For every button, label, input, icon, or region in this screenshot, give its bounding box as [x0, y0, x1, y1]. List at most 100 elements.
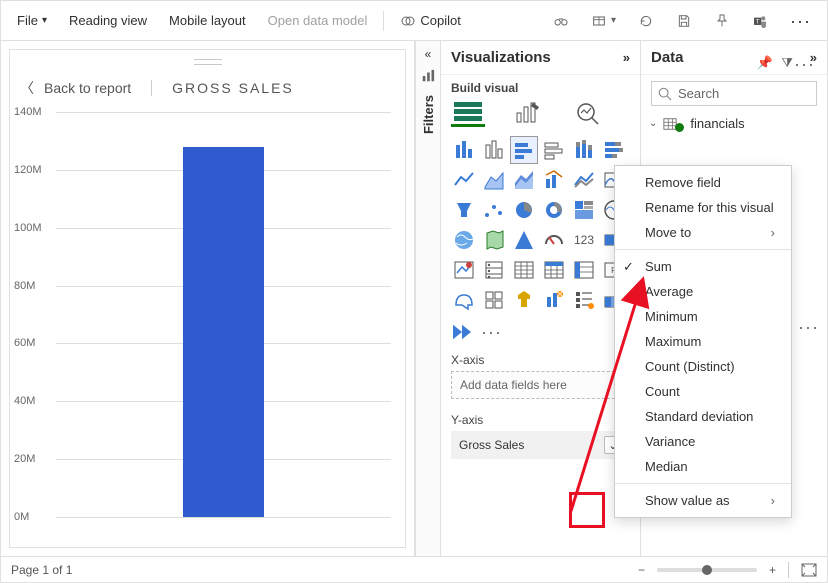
viz-type-button[interactable] [481, 227, 507, 253]
viz-type-button[interactable] [451, 167, 477, 193]
yaxis-label: Y-axis [441, 407, 640, 429]
field-more-icon[interactable]: ··· [798, 318, 819, 336]
viz-type-button[interactable] [451, 227, 477, 253]
viz-type-button[interactable] [541, 227, 567, 253]
back-to-report-button[interactable]: 〈 Back to report [20, 78, 131, 98]
ctx-show-value-as[interactable]: Show value as› [615, 488, 791, 513]
ctx-label: Standard deviation [645, 409, 753, 424]
visual-container[interactable]: 📌 ⧩ ··· 〈 Back to report GROSS SALES 0M2… [9, 49, 406, 548]
ctx-stddev[interactable]: Standard deviation [615, 404, 791, 429]
ctx-minimum[interactable]: Minimum [615, 304, 791, 329]
refresh-button[interactable] [632, 9, 660, 33]
viz-type-button[interactable] [511, 287, 537, 313]
zoom-slider[interactable] [657, 568, 757, 572]
ctx-label: Median [645, 459, 688, 474]
build-visual-tab[interactable] [451, 99, 485, 127]
collapse-icon[interactable]: » [623, 50, 630, 65]
y-tick-label: 100M [14, 222, 42, 234]
viz-type-button[interactable] [451, 137, 477, 163]
viz-type-button[interactable] [481, 167, 507, 193]
viz-type-button[interactable] [451, 287, 477, 313]
teams-button[interactable]: T [746, 9, 774, 33]
ctx-move-to[interactable]: Move to› [615, 220, 791, 245]
viz-type-button[interactable] [571, 197, 597, 223]
ctx-median[interactable]: Median [615, 454, 791, 479]
chevron-left-icon: 〈 [20, 78, 34, 98]
viz-type-button[interactable] [481, 257, 507, 283]
y-tick-label: 0M [14, 511, 29, 523]
save-icon [676, 13, 692, 29]
more-button[interactable]: ··· [784, 8, 817, 34]
format-visual-tab[interactable] [511, 99, 545, 127]
separator [615, 249, 791, 250]
ctx-count[interactable]: Count [615, 379, 791, 404]
save-button[interactable] [670, 9, 698, 33]
ctx-rename[interactable]: Rename for this visual [615, 195, 791, 220]
viz-type-button[interactable] [481, 137, 507, 163]
chart: 0M20M40M60M80M100M120M140M [10, 102, 405, 547]
separator [788, 562, 789, 578]
ctx-count-distinct[interactable]: Count (Distinct) [615, 354, 791, 379]
filter-icon[interactable]: ⧩ [781, 55, 793, 71]
viz-type-button[interactable] [541, 137, 567, 163]
table-node[interactable]: ⌄ financials [649, 112, 819, 135]
expand-icon[interactable]: « [425, 47, 432, 61]
viz-type-button[interactable] [451, 257, 477, 283]
search-icon [658, 87, 672, 101]
pin-button[interactable] [708, 9, 736, 33]
pin-icon[interactable]: 📌 [757, 55, 773, 71]
viz-type-button[interactable] [481, 287, 507, 313]
chevron-down-icon: ▾ [42, 15, 47, 26]
mobile-layout-button[interactable]: Mobile layout [163, 9, 252, 32]
viz-type-button[interactable] [511, 257, 537, 283]
viz-type-button[interactable] [481, 197, 507, 223]
reading-view-button[interactable]: Reading view [63, 9, 153, 32]
more-visuals-icon[interactable]: ··· [481, 323, 502, 341]
viz-type-button[interactable] [571, 137, 597, 163]
visual-more-icon[interactable]: ··· [794, 55, 815, 73]
viz-type-button[interactable] [511, 197, 537, 223]
gridline [56, 112, 391, 113]
copilot-button[interactable]: Copilot [394, 9, 466, 33]
viz-type-button[interactable] [511, 137, 537, 163]
drag-handle-icon[interactable] [194, 59, 222, 65]
table-status-badge [675, 123, 684, 132]
zoom-out-button[interactable]: − [638, 563, 645, 577]
ctx-remove-field[interactable]: Remove field [615, 170, 791, 195]
viz-type-button[interactable] [511, 227, 537, 253]
yaxis-field-chip[interactable]: Gross Sales ⌄ [451, 431, 630, 459]
bar[interactable] [183, 147, 263, 517]
viz-type-button[interactable] [541, 287, 567, 313]
ctx-sum[interactable]: ✓Sum [615, 254, 791, 279]
viz-type-button[interactable] [571, 287, 597, 313]
filters-pane-collapsed[interactable]: « Filters [415, 41, 441, 556]
page-indicator: Page 1 of 1 [11, 563, 72, 577]
search-input[interactable]: Search [651, 81, 817, 106]
power-automate-icon[interactable] [451, 323, 473, 341]
analytics-tab[interactable] [571, 99, 605, 127]
viz-type-button[interactable] [571, 167, 597, 193]
ctx-average[interactable]: Average [615, 279, 791, 304]
chevron-down-icon: ▾ [611, 15, 616, 26]
viz-type-button[interactable] [451, 197, 477, 223]
ctx-maximum[interactable]: Maximum [615, 329, 791, 354]
zoom-in-button[interactable]: + [769, 563, 776, 577]
check-icon: ✓ [623, 259, 634, 275]
viz-type-button[interactable] [511, 167, 537, 193]
viz-type-button[interactable] [601, 137, 627, 163]
viz-type-button[interactable] [541, 167, 567, 193]
viz-type-button[interactable]: 123 [571, 227, 597, 253]
svg-text:123: 123 [574, 233, 594, 247]
xaxis-field-well[interactable]: Add data fields here [451, 371, 630, 399]
ctx-variance[interactable]: Variance [615, 429, 791, 454]
y-tick-label: 20M [14, 453, 35, 465]
fit-to-page-icon[interactable] [801, 563, 817, 577]
visual-table-button[interactable]: ▾ [585, 9, 622, 33]
file-menu[interactable]: File ▾ [11, 9, 53, 32]
collapse-toggle-icon[interactable]: ⌄ [649, 118, 657, 129]
build-mode-switcher [441, 99, 640, 133]
explore-button[interactable] [547, 9, 575, 33]
viz-type-button[interactable] [571, 257, 597, 283]
viz-type-button[interactable] [541, 257, 567, 283]
viz-type-button[interactable] [541, 197, 567, 223]
